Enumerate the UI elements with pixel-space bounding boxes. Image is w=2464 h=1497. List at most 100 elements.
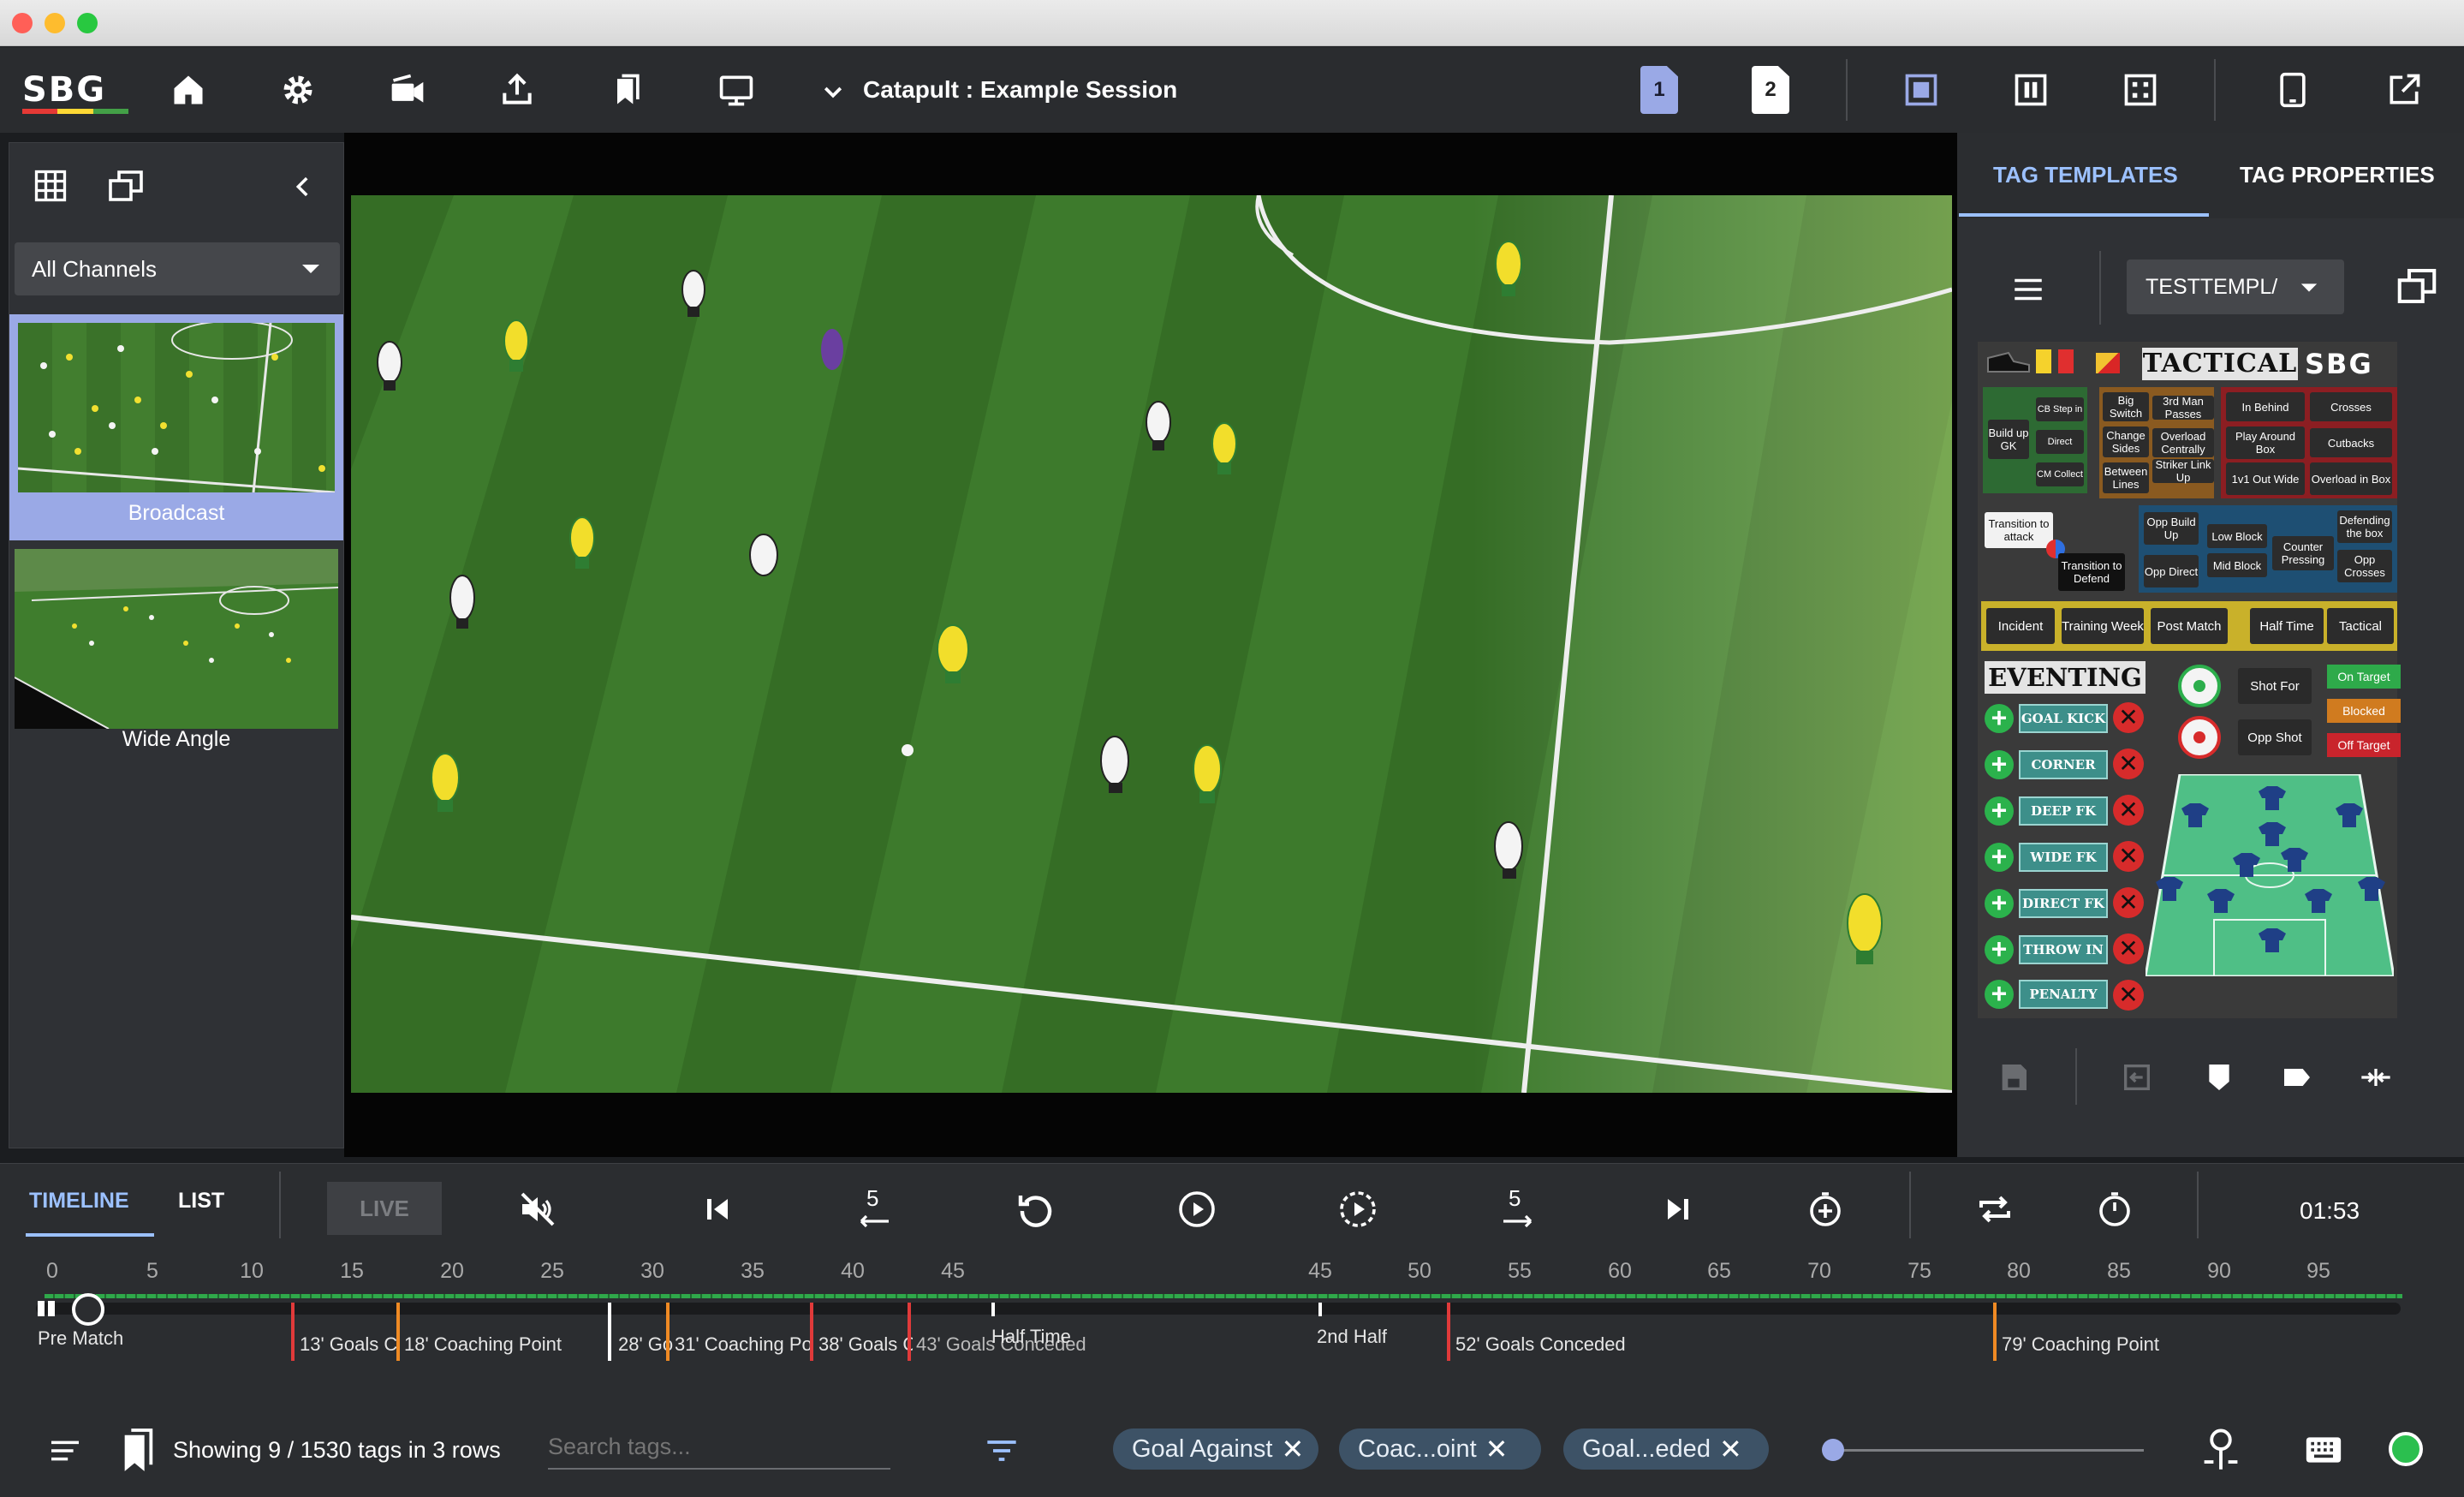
tag-overload-in-box[interactable]: Overload in Box — [2310, 462, 2392, 495]
search-tags-input[interactable] — [548, 1425, 890, 1470]
popout-window-icon[interactable] — [105, 165, 146, 206]
template-select[interactable]: TESTTEMPL/ — [2127, 259, 2344, 314]
channel-item-broadcast[interactable]: Broadcast — [9, 314, 343, 540]
add-throw-in-button[interactable]: + — [1985, 935, 2014, 964]
page-2-button[interactable]: 2 — [1752, 66, 1789, 114]
channel-select[interactable]: All Channels — [15, 242, 340, 295]
zoom-slider-track[interactable] — [1832, 1449, 2144, 1452]
remove-penalty-button[interactable]: ✕ — [2113, 980, 2144, 1011]
tag-cm-collect[interactable]: CM Collect — [2036, 462, 2084, 486]
tag-transition-to-attack[interactable]: Transition to attack — [1985, 512, 2053, 548]
tag-blocked[interactable]: Blocked — [2327, 699, 2401, 723]
add-timer-icon[interactable] — [1801, 1185, 1849, 1233]
tag-in-behind[interactable]: In Behind — [2226, 392, 2305, 421]
remove-goal-kick-button[interactable]: ✕ — [2113, 702, 2144, 733]
bookmarks-icon[interactable] — [604, 68, 649, 112]
timeline-marker[interactable] — [1993, 1303, 1997, 1361]
tablet-icon[interactable] — [2271, 68, 2315, 112]
layout-grid-icon[interactable] — [2118, 68, 2163, 112]
tag-build-up-gk[interactable]: Build up GK — [1988, 420, 2029, 459]
tab-tag-properties[interactable]: TAG PROPERTIES — [2240, 162, 2435, 188]
tag-shot-for[interactable]: Shot For — [2238, 668, 2312, 704]
add-wide-fk-button[interactable]: + — [1985, 843, 2014, 872]
add-corner-button[interactable]: + — [1985, 750, 2014, 779]
grid-view-icon[interactable] — [32, 167, 69, 205]
tag-label-icon[interactable] — [2279, 1060, 2315, 1094]
timeline-track[interactable] — [36, 1303, 2401, 1315]
channel-item-wide-angle[interactable]: Wide Angle — [9, 540, 343, 766]
tag-cutbacks[interactable]: Cutbacks — [2310, 428, 2392, 457]
tag-low-block[interactable]: Low Block — [2207, 524, 2267, 548]
tab-list[interactable]: LIST — [178, 1189, 224, 1214]
tag-striker-link-up[interactable]: Striker Link Up — [2152, 458, 2214, 484]
marker-label[interactable]: 2nd Half — [1317, 1326, 1387, 1348]
tag-cb-step-in[interactable]: CB Step in — [2036, 397, 2084, 421]
remove-deep-fk-button[interactable]: ✕ — [2113, 795, 2144, 826]
import-icon[interactable] — [2120, 1060, 2154, 1094]
collapse-panel-chevron-icon[interactable] — [289, 172, 318, 201]
monitor-icon[interactable] — [714, 68, 759, 112]
tag-goal-kick[interactable]: GOAL KICK — [2019, 704, 2108, 733]
tag-counter-pressing[interactable]: Counter Pressing — [2272, 536, 2334, 570]
home-icon[interactable] — [166, 68, 211, 112]
add-direct-fk-button[interactable]: + — [1985, 889, 2014, 918]
marker-label[interactable]: 52' Goals Conceded — [1455, 1333, 1626, 1356]
remove-corner-button[interactable]: ✕ — [2113, 748, 2144, 779]
save-icon[interactable] — [1997, 1060, 2031, 1094]
timeline-marker[interactable] — [991, 1303, 995, 1316]
tag-penalty[interactable]: PENALTY — [2019, 980, 2108, 1009]
timeline-marker[interactable] — [666, 1303, 670, 1361]
tag-crosses[interactable]: Crosses — [2310, 392, 2392, 421]
timeline-marker[interactable] — [1447, 1303, 1450, 1361]
remove-throw-in-button[interactable]: ✕ — [2113, 933, 2144, 964]
flag-icon[interactable] — [2096, 353, 2120, 373]
tag-big-switch[interactable]: Big Switch — [2103, 392, 2149, 421]
tag-direct-fk[interactable]: DIRECT FK — [2019, 889, 2108, 918]
tab-timeline[interactable]: TIMELINE — [29, 1189, 129, 1214]
tag-mid-block[interactable]: Mid Block — [2207, 553, 2267, 577]
chevron-down-icon[interactable] — [820, 80, 846, 105]
play-slow-icon[interactable] — [1334, 1185, 1382, 1233]
skip-to-start-icon[interactable] — [693, 1185, 741, 1233]
tag-1v1-out-wide[interactable]: 1v1 Out Wide — [2226, 462, 2305, 495]
merge-arrows-icon[interactable] — [2358, 1060, 2394, 1094]
remove-direct-fk-button[interactable]: ✕ — [2113, 887, 2144, 918]
marker-label[interactable]: 31' Coaching Poi — [675, 1333, 812, 1356]
mute-speaker-icon[interactable] — [514, 1185, 562, 1233]
chip-close-icon[interactable]: ✕ — [1281, 1433, 1304, 1465]
keyboard-icon[interactable] — [2305, 1435, 2342, 1464]
formation-pitch[interactable] — [2144, 772, 2396, 978]
red-card-icon[interactable] — [2058, 349, 2074, 373]
tag-between-lines[interactable]: Between Lines — [2103, 462, 2149, 493]
filter-icon[interactable] — [985, 1435, 1019, 1466]
filter-chip[interactable]: Goal...eded ✕ — [1563, 1428, 1769, 1470]
playhead-knob[interactable] — [72, 1293, 104, 1326]
tags-bookmark-icon[interactable] — [118, 1425, 158, 1475]
tag-training-week[interactable]: Training Week — [2062, 608, 2144, 644]
marker-label[interactable]: 38' Goals C — [818, 1333, 913, 1356]
menu-hamburger-icon[interactable] — [2010, 271, 2046, 307]
tag-opp-direct[interactable]: Opp Direct — [2144, 555, 2199, 587]
tag-opp-shot[interactable]: Opp Shot — [2238, 719, 2312, 755]
timeline-marker[interactable] — [908, 1303, 911, 1361]
play-icon[interactable] — [1173, 1185, 1221, 1233]
tag-deep-fk[interactable]: DEEP FK — [2019, 796, 2108, 826]
layout-single-icon[interactable] — [1899, 68, 1943, 112]
tag-overload-centrally[interactable]: Overload Centrally — [2152, 428, 2214, 457]
tag-3rd-man-passes[interactable]: 3rd Man Passes — [2152, 395, 2214, 420]
timeline-marker[interactable] — [291, 1303, 295, 1361]
open-external-icon[interactable] — [2382, 68, 2426, 112]
add-deep-fk-button[interactable]: + — [1985, 796, 2014, 826]
playhead-handle[interactable] — [48, 1301, 55, 1316]
timeline-marker[interactable] — [1318, 1303, 1322, 1316]
tag-off-target[interactable]: Off Target — [2327, 733, 2401, 757]
tag-incident[interactable]: Incident — [1986, 608, 2055, 644]
marker-label[interactable]: Pre Match — [38, 1327, 123, 1350]
tag-wide-fk[interactable]: WIDE FK — [2019, 843, 2108, 872]
tag-opp-build-up[interactable]: Opp Build Up — [2144, 512, 2199, 545]
tag-tactical[interactable]: Tactical — [2327, 608, 2394, 644]
marker-label[interactable]: 79' Coaching Point — [2002, 1333, 2159, 1356]
close-window-button[interactable] — [12, 13, 33, 33]
zoom-slider-thumb[interactable] — [1822, 1439, 1844, 1461]
popout-template-icon[interactable] — [2394, 263, 2440, 309]
